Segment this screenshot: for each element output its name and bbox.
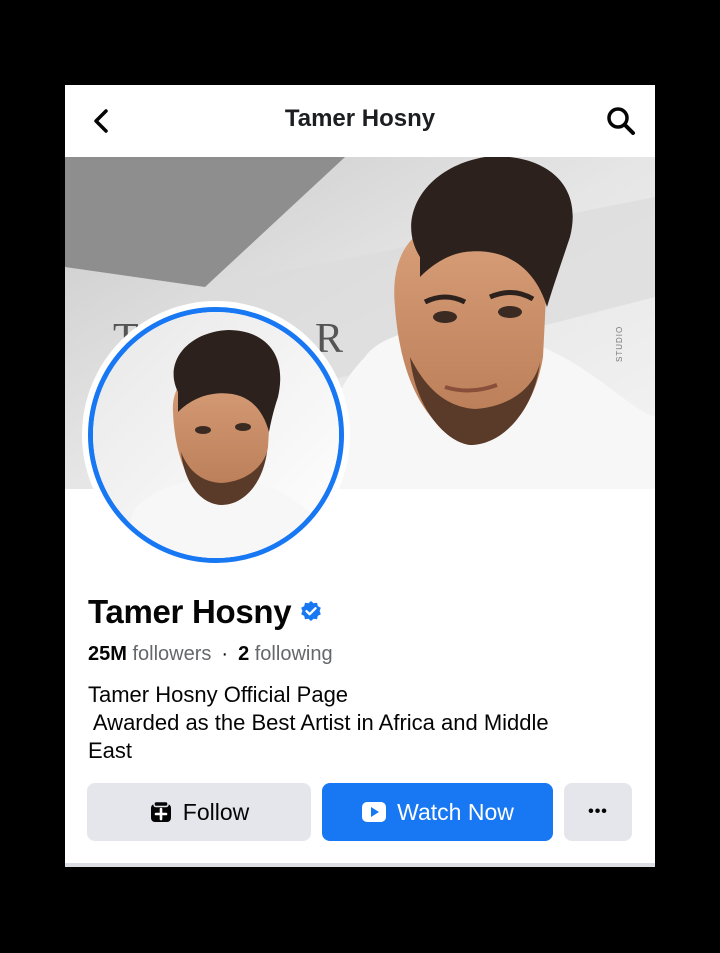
search-icon bbox=[607, 107, 635, 135]
watch-now-label: Watch Now bbox=[397, 798, 514, 825]
section-divider bbox=[65, 863, 655, 867]
more-options-icon: ••• bbox=[588, 803, 608, 820]
follow-button-label: Follow bbox=[182, 798, 250, 825]
separator-dot: · bbox=[221, 643, 229, 665]
bio-line: East bbox=[88, 738, 133, 763]
follow-button[interactable]: Follow bbox=[87, 783, 311, 841]
bio-line: Awarded as the Best Artist in Africa and… bbox=[88, 710, 549, 735]
avatar-image bbox=[93, 312, 339, 558]
profile-picture[interactable] bbox=[82, 301, 350, 569]
followers-link[interactable]: 25M followers bbox=[88, 643, 211, 665]
page-name: Tamer Hosny bbox=[88, 593, 292, 630]
top-bar: Tamer Hosny bbox=[65, 85, 655, 157]
name-row: Tamer Hosny bbox=[88, 593, 323, 631]
verified-badge-icon bbox=[301, 601, 322, 621]
watch-now-button[interactable]: Watch Now bbox=[322, 783, 553, 841]
follow-stats: 25M followers · 2 following bbox=[88, 643, 333, 666]
play-icon bbox=[362, 802, 387, 822]
followers-label: followers bbox=[132, 643, 212, 665]
following-label: following bbox=[254, 643, 333, 665]
avatar bbox=[88, 307, 344, 563]
follow-page-icon bbox=[150, 800, 171, 822]
bio-line: Tamer Hosny Official Page bbox=[88, 682, 349, 707]
cover-watermark: STUDIO bbox=[615, 325, 624, 362]
header-title: Tamer Hosny bbox=[284, 105, 436, 132]
search-button[interactable] bbox=[605, 105, 637, 137]
following-count: 2 bbox=[238, 643, 250, 665]
page-bio: Tamer Hosny Official Page Awarded as the… bbox=[88, 681, 628, 765]
following-link[interactable]: 2 following bbox=[238, 643, 333, 665]
profile-card: Tamer Hosny T bbox=[65, 85, 655, 867]
more-options-button[interactable]: ••• bbox=[564, 783, 632, 841]
followers-count: 25M bbox=[88, 643, 127, 665]
